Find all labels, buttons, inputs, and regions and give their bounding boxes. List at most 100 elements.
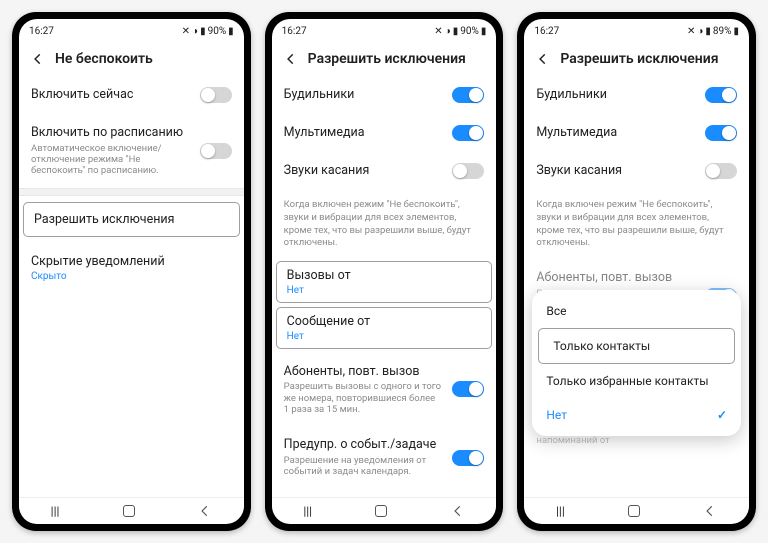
phone-frame: 16:27 ✕◑▮90%▮ Разрешить исключения Будил… <box>265 12 504 531</box>
helper-text: Когда включен режим "Не беспокоить", зву… <box>272 190 497 259</box>
page-title: Не беспокоить <box>55 51 153 67</box>
row-value: Скрыто <box>31 271 232 282</box>
row-label: Предупр. о событ./задаче <box>284 437 443 453</box>
row-label: Звуки касания <box>536 163 622 179</box>
row-sub: Автоматическое включение/отключение режи… <box>31 143 190 177</box>
row-sub: Разрешить вызовы с одного и того же номе… <box>284 381 443 415</box>
toggle-switch[interactable] <box>705 87 737 103</box>
option-label: Только контакты <box>553 339 650 353</box>
toggle-switch[interactable] <box>452 87 484 103</box>
toggle-alarms[interactable]: Будильники <box>272 76 497 114</box>
row-value: Нет <box>287 331 482 342</box>
status-time: 16:27 <box>534 26 559 37</box>
signal-icon: ▮ <box>705 26 711 37</box>
allow-exceptions[interactable]: Разрешить исключения <box>23 202 240 238</box>
toggle-touch-sounds[interactable]: Звуки касания <box>524 152 749 190</box>
battery-text: 90% <box>208 26 227 37</box>
toggle-switch[interactable] <box>452 450 484 466</box>
option-all[interactable]: Все <box>532 294 741 328</box>
wifi-icon: ◑ <box>192 26 198 37</box>
mute-icon: ✕ <box>434 26 442 37</box>
battery-icon: ▮ <box>481 26 487 37</box>
separator <box>19 188 244 196</box>
nav-recent-icon[interactable]: ||| <box>556 504 565 518</box>
header: Не беспокоить <box>19 41 244 76</box>
nav-home-icon[interactable] <box>375 505 387 517</box>
row-label: Разрешить исключения <box>34 212 175 228</box>
nav-home-icon[interactable] <box>123 505 135 517</box>
back-icon[interactable] <box>284 52 298 66</box>
page-title: Разрешить исключения <box>308 51 466 67</box>
battery-text: 89% <box>713 26 732 37</box>
helper-text: Когда включен режим "Не беспокоить", зву… <box>524 190 749 259</box>
toggle-switch[interactable] <box>452 163 484 179</box>
option-label: Нет <box>546 408 567 422</box>
battery-text: 90% <box>460 26 479 37</box>
page-title: Разрешить исключения <box>560 51 718 67</box>
options-popup: Все Только контакты Только избранные кон… <box>532 290 741 436</box>
back-icon[interactable] <box>31 52 45 66</box>
signal-icon: ▮ <box>200 26 206 37</box>
toggle-switch[interactable] <box>200 143 232 159</box>
toggle-switch[interactable] <box>452 381 484 397</box>
row-label: Мультимедиа <box>284 125 365 141</box>
row-value: Нет <box>287 285 482 296</box>
option-label: Только избранные контакты <box>546 374 708 388</box>
nav-back-icon[interactable] <box>703 504 717 518</box>
check-icon: ✓ <box>717 408 727 422</box>
calls-from[interactable]: Вызовы отНет <box>276 261 493 303</box>
nav-bar: ||| <box>272 497 497 524</box>
toggle-switch[interactable] <box>705 125 737 141</box>
row-label: Будильники <box>284 87 355 103</box>
status-bar: 16:27 ✕◑▮90%▮ <box>272 19 497 41</box>
back-icon[interactable] <box>536 52 550 66</box>
row-label: Абоненты, повт. вызов <box>536 270 695 286</box>
status-time: 16:27 <box>282 26 307 37</box>
repeat-callers[interactable]: Абоненты, повт. вызовРазрешить вызовы с … <box>272 353 497 427</box>
row-label: Включить по расписанию <box>31 125 190 141</box>
signal-icon: ▮ <box>453 26 459 37</box>
nav-back-icon[interactable] <box>198 504 212 518</box>
nav-recent-icon[interactable]: ||| <box>51 504 60 518</box>
status-bar: 16:27 ✕ ◑ ▮ 90% ▮ <box>19 19 244 41</box>
row-label: Скрытие уведомлений <box>31 254 232 270</box>
battery-icon: ▮ <box>228 26 234 37</box>
phone-frame: 16:27 ✕ ◑ ▮ 90% ▮ Не беспокоить Включить… <box>12 12 251 531</box>
option-contacts-only[interactable]: Только контакты <box>538 328 735 364</box>
event-alerts[interactable]: Предупр. о событ./задаче Разрешение на ув… <box>272 426 497 488</box>
hide-notifications[interactable]: Скрытие уведомлений Скрыто <box>19 243 244 293</box>
reminders[interactable]: НапоминанияРазрешите получение напоминан… <box>272 489 497 497</box>
toggle-touch-sounds[interactable]: Звуки касания <box>272 152 497 190</box>
battery-icon: ▮ <box>734 26 740 37</box>
phone-frame: 16:27 ✕◑▮89%▮ Разрешить исключения Будил… <box>517 12 756 531</box>
row-label: Сообщение от <box>287 314 482 330</box>
mute-icon: ✕ <box>687 26 695 37</box>
nav-bar: ||| <box>19 497 244 524</box>
option-favorites-only[interactable]: Только избранные контакты <box>532 364 741 398</box>
row-label: Будильники <box>536 87 607 103</box>
option-none[interactable]: Нет ✓ <box>532 398 741 432</box>
header: Разрешить исключения <box>524 41 749 76</box>
toggle-media[interactable]: Мультимедиа <box>272 114 497 152</box>
toggle-media[interactable]: Мультимедиа <box>524 114 749 152</box>
toggle-switch[interactable] <box>452 125 484 141</box>
toggle-alarms[interactable]: Будильники <box>524 76 749 114</box>
toggle-switch[interactable] <box>705 163 737 179</box>
messages-from[interactable]: Сообщение отНет <box>276 307 493 349</box>
toggle-schedule[interactable]: Включить по расписанию Автоматическое вк… <box>19 114 244 188</box>
nav-home-icon[interactable] <box>628 505 640 517</box>
status-time: 16:27 <box>29 26 54 37</box>
row-label: Включить сейчас <box>31 87 190 103</box>
toggle-now[interactable]: Включить сейчас <box>19 76 244 114</box>
nav-bar: ||| <box>524 497 749 524</box>
nav-back-icon[interactable] <box>451 504 465 518</box>
nav-recent-icon[interactable]: ||| <box>303 504 312 518</box>
row-label: Звуки касания <box>284 163 370 179</box>
header: Разрешить исключения <box>272 41 497 76</box>
option-label: Все <box>546 304 566 318</box>
status-bar: 16:27 ✕◑▮89%▮ <box>524 19 749 41</box>
wifi-icon: ◑ <box>445 26 451 37</box>
row-sub: Разрешение на уведомления от событий и з… <box>284 455 443 478</box>
toggle-switch[interactable] <box>200 87 232 103</box>
mute-icon: ✕ <box>182 26 190 37</box>
